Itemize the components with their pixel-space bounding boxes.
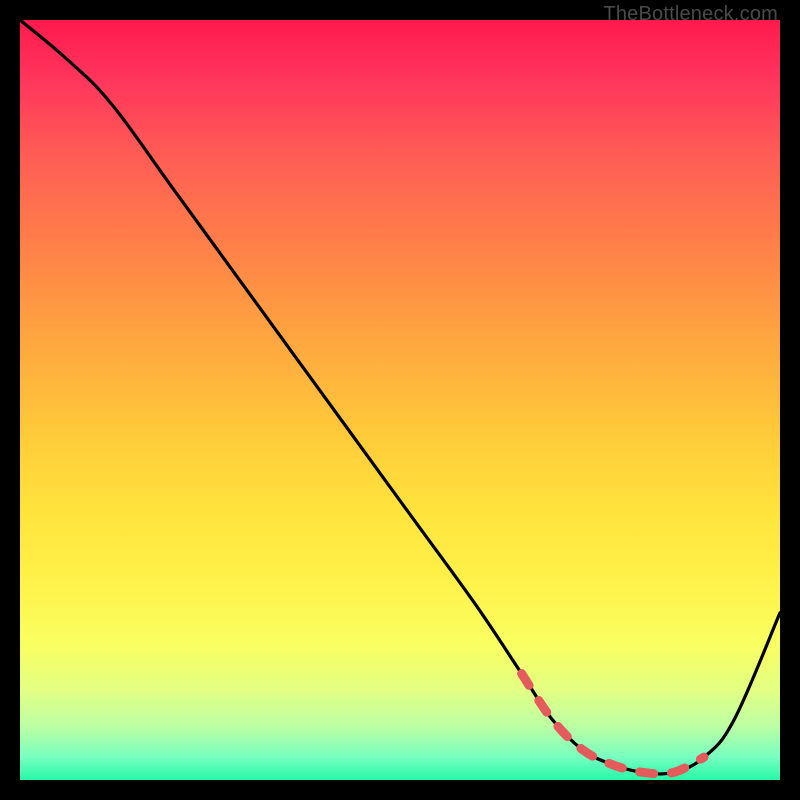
watermark-text: TheBottleneck.com	[603, 3, 778, 26]
dashed-segment	[522, 674, 704, 774]
plot-area	[20, 20, 780, 780]
curve-path	[20, 20, 780, 774]
bottleneck-curve	[20, 20, 780, 780]
chart-frame: TheBottleneck.com	[0, 0, 800, 800]
